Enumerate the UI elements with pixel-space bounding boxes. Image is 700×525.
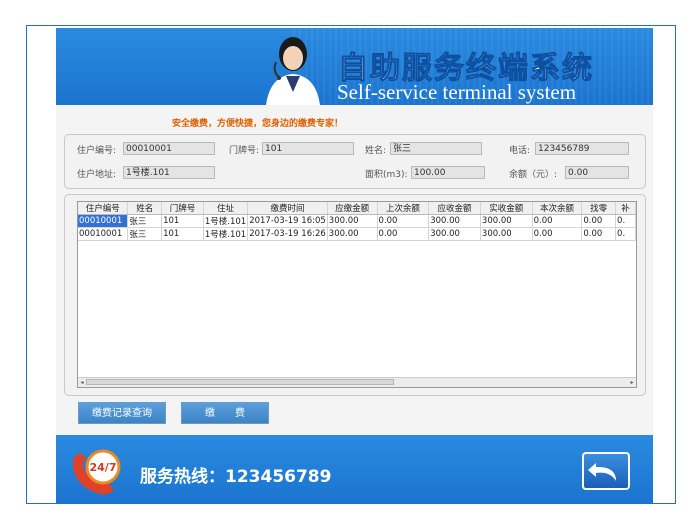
slogan-text: 安全缴费，方便快捷，您身边的缴费专家！ bbox=[172, 119, 344, 129]
footer-bar: 24/7 服务热线：123456789 bbox=[56, 435, 653, 503]
payment-records-grid[interactable]: 住户编号 姓名 门牌号 住址 缴费时间 应缴金额 上次余额 应收金额 实收金额 本次余额 找零补 0… bbox=[77, 201, 637, 388]
table-cell: 0. bbox=[615, 214, 636, 228]
table-cell: 101 bbox=[161, 214, 204, 228]
column-header[interactable]: 姓名 bbox=[127, 202, 163, 215]
pay-button[interactable]: 缴 费 bbox=[181, 402, 269, 424]
table-cell: 0.00 bbox=[377, 227, 430, 241]
table-row[interactable]: 00010001 张三 101 1号楼.101 2017-03-19 16:05 300.… bbox=[78, 214, 636, 228]
operator-avatar bbox=[266, 37, 320, 105]
table-cell: 300.00 bbox=[327, 214, 378, 228]
door-no-label: 门牌号: bbox=[229, 146, 260, 156]
table-cell: 300.00 bbox=[327, 227, 378, 241]
table-cell: 2017-03-19 16:05 bbox=[247, 214, 328, 228]
column-header[interactable]: 门牌号 bbox=[161, 202, 204, 215]
column-header[interactable]: 找零 bbox=[581, 202, 617, 215]
address-field: 1号楼.101 bbox=[123, 166, 215, 179]
table-cell: 101 bbox=[161, 227, 204, 241]
scroll-right-icon[interactable]: ▸ bbox=[628, 378, 636, 387]
app-screen: 自助服务终端系统 Self-service terminal system 安全… bbox=[56, 28, 653, 503]
phone-label: 电话: bbox=[509, 146, 531, 156]
column-header[interactable]: 住址 bbox=[203, 202, 249, 215]
balance-field: 0.00 bbox=[565, 166, 629, 179]
column-header[interactable]: 本次余额 bbox=[532, 202, 583, 215]
column-header[interactable]: 实收金额 bbox=[480, 202, 533, 215]
table-cell: 1号楼.101 bbox=[203, 214, 249, 228]
table-cell: 300.00 bbox=[480, 214, 533, 228]
table-cell: 0.00 bbox=[377, 214, 430, 228]
table-cell: 00010001 bbox=[78, 227, 129, 241]
door-no-field: 101 bbox=[262, 142, 354, 155]
back-button[interactable] bbox=[582, 452, 630, 490]
records-table: 住户编号 姓名 门牌号 住址 缴费时间 应缴金额 上次余额 应收金额 实收金额 本次余额 找零补 0… bbox=[78, 202, 636, 241]
table-cell: 00010001 bbox=[78, 214, 129, 228]
table-cell: 300.00 bbox=[480, 227, 533, 241]
system-title-en: Self-service terminal system bbox=[337, 80, 577, 104]
table-cell: 0.00 bbox=[532, 227, 583, 241]
table-cell: 张三 bbox=[127, 227, 163, 241]
table-cell: 0. bbox=[615, 227, 636, 241]
balance-label: 余额（元）: bbox=[509, 170, 558, 180]
table-cell: 张三 bbox=[127, 214, 163, 228]
address-label: 住户地址: bbox=[77, 170, 117, 180]
column-header[interactable]: 应收金额 bbox=[428, 202, 481, 215]
table-cell: 1号楼.101 bbox=[203, 227, 249, 241]
horizontal-scrollbar[interactable]: ◂ ▸ bbox=[78, 377, 636, 387]
records-panel: 住户编号 姓名 门牌号 住址 缴费时间 应缴金额 上次余额 应收金额 实收金额 本次余额 找零补 0… bbox=[64, 194, 646, 396]
area-label: 面积(m3): bbox=[365, 170, 408, 180]
phone-field: 123456789 bbox=[535, 142, 629, 155]
table-header-row: 住户编号 姓名 门牌号 住址 缴费时间 应缴金额 上次余额 应收金额 实收金额 本次余额 找零补 bbox=[78, 202, 636, 215]
table-cell: 0.00 bbox=[581, 214, 617, 228]
payment-history-button[interactable]: 缴费记录查询 bbox=[78, 402, 166, 424]
area-field: 100.00 bbox=[411, 166, 485, 179]
column-header[interactable]: 应缴金额 bbox=[327, 202, 378, 215]
resident-no-label: 住户编号: bbox=[77, 146, 117, 156]
phone-24-7-icon: 24/7 bbox=[72, 449, 121, 495]
name-field: 张三 bbox=[390, 142, 482, 155]
table-cell: 300.00 bbox=[428, 227, 481, 241]
resident-no-field: 00010001 bbox=[123, 142, 215, 155]
name-label: 姓名: bbox=[365, 146, 387, 156]
scroll-left-icon[interactable]: ◂ bbox=[78, 378, 86, 387]
table-row[interactable]: 00010001 张三 101 1号楼.101 2017-03-19 16:26 300.… bbox=[78, 227, 636, 241]
column-header[interactable]: 补 bbox=[615, 202, 636, 215]
column-header[interactable]: 上次余额 bbox=[377, 202, 430, 215]
column-header[interactable]: 住户编号 bbox=[78, 202, 129, 215]
resident-info-panel: 住户编号: 00010001 门牌号: 101 姓名: 张三 电话: 12345… bbox=[64, 134, 646, 189]
back-arrow-icon bbox=[588, 463, 616, 481]
table-cell: 0.00 bbox=[581, 227, 617, 241]
table-cell: 2017-03-19 16:26 bbox=[247, 227, 328, 241]
header-banner: 自助服务终端系统 Self-service terminal system bbox=[56, 28, 653, 105]
service-hotline: 服务热线：123456789 bbox=[140, 467, 332, 487]
table-cell: 300.00 bbox=[428, 214, 481, 228]
badge-text: 24/7 bbox=[90, 461, 117, 474]
scrollbar-thumb[interactable] bbox=[86, 379, 394, 385]
column-header[interactable]: 缴费时间 bbox=[247, 202, 328, 215]
table-cell: 0.00 bbox=[532, 214, 583, 228]
